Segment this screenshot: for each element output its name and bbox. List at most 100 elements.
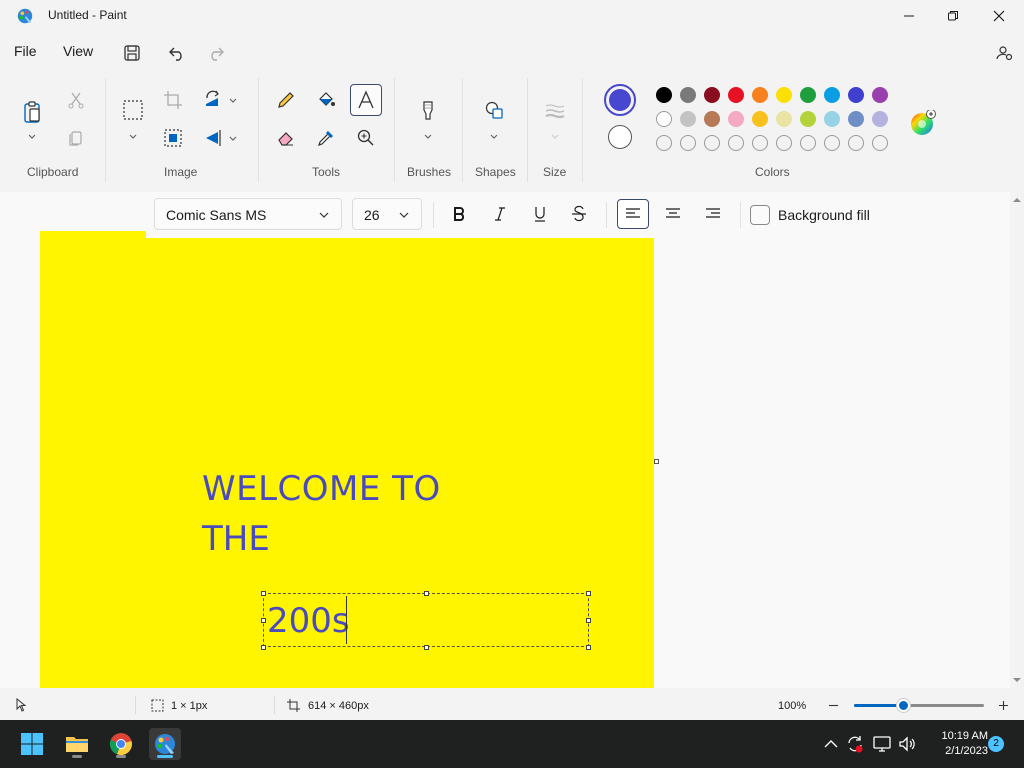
palette-swatch[interactable] bbox=[680, 111, 696, 127]
palette-swatch[interactable] bbox=[848, 111, 864, 127]
custom-color-slot[interactable] bbox=[776, 135, 792, 151]
brushes-button[interactable] bbox=[412, 94, 444, 126]
font-family-dropdown[interactable]: Comic Sans MS bbox=[154, 198, 342, 230]
palette-swatch[interactable] bbox=[656, 111, 672, 127]
vertical-scrollbar[interactable] bbox=[1010, 192, 1024, 688]
taskbar-file-explorer[interactable] bbox=[61, 728, 93, 760]
size-button[interactable] bbox=[539, 94, 571, 126]
taskbar-chrome[interactable] bbox=[105, 728, 137, 760]
crop-button[interactable] bbox=[157, 84, 189, 116]
zoom-slider[interactable] bbox=[854, 699, 984, 712]
custom-color-slot[interactable] bbox=[872, 135, 888, 151]
custom-color-slot[interactable] bbox=[680, 135, 696, 151]
pencil-tool[interactable] bbox=[270, 84, 302, 116]
palette-swatch[interactable] bbox=[752, 111, 768, 127]
palette-swatch[interactable] bbox=[704, 87, 720, 103]
close-button[interactable] bbox=[976, 0, 1022, 32]
palette-swatch[interactable] bbox=[680, 87, 696, 103]
palette-swatch[interactable] bbox=[848, 87, 864, 103]
strikethrough-button[interactable] bbox=[563, 199, 595, 229]
text-box-handle-tl[interactable] bbox=[261, 591, 266, 596]
select-button[interactable] bbox=[117, 94, 149, 126]
menu-view[interactable]: View bbox=[63, 43, 93, 59]
font-size-dropdown[interactable]: 26 bbox=[352, 198, 422, 230]
scroll-up-icon[interactable] bbox=[1013, 196, 1021, 204]
palette-swatch[interactable] bbox=[656, 87, 672, 103]
rotate-options-chevron[interactable] bbox=[228, 95, 238, 105]
notification-badge[interactable]: 2 bbox=[988, 736, 1004, 752]
start-button[interactable] bbox=[16, 728, 48, 760]
custom-color-slot[interactable] bbox=[848, 135, 864, 151]
rotate-button[interactable] bbox=[197, 84, 229, 116]
text-box-handle-tc[interactable] bbox=[424, 591, 429, 596]
custom-color-slot[interactable] bbox=[752, 135, 768, 151]
custom-color-slot[interactable] bbox=[704, 135, 720, 151]
paste-options-chevron[interactable] bbox=[27, 131, 37, 141]
network-icon[interactable] bbox=[872, 734, 892, 754]
show-hidden-icons-icon[interactable] bbox=[821, 734, 841, 754]
bold-button[interactable] bbox=[443, 199, 475, 229]
system-clock[interactable]: 10:19 AM 2/1/2023 bbox=[926, 729, 988, 759]
sync-status-icon[interactable] bbox=[845, 734, 865, 754]
edit-colors-button[interactable] bbox=[910, 109, 936, 136]
resize-button[interactable] bbox=[157, 122, 189, 154]
palette-swatch[interactable] bbox=[728, 87, 744, 103]
secondary-color[interactable] bbox=[608, 125, 632, 149]
minimize-button[interactable] bbox=[886, 0, 932, 32]
text-tool[interactable] bbox=[350, 84, 382, 116]
italic-button[interactable] bbox=[484, 199, 516, 229]
restore-button[interactable] bbox=[930, 0, 976, 32]
zoom-in-icon[interactable] bbox=[998, 700, 1009, 711]
align-left-button[interactable] bbox=[617, 199, 649, 229]
palette-swatch[interactable] bbox=[824, 87, 840, 103]
palette-swatch[interactable] bbox=[872, 111, 888, 127]
menu-file[interactable]: File bbox=[14, 43, 37, 59]
primary-color[interactable] bbox=[604, 84, 636, 116]
palette-swatch[interactable] bbox=[824, 111, 840, 127]
custom-color-slot[interactable] bbox=[800, 135, 816, 151]
size-chevron[interactable] bbox=[550, 131, 560, 141]
zoom-out-icon[interactable] bbox=[828, 700, 839, 711]
palette-swatch[interactable] bbox=[776, 87, 792, 103]
background-fill-checkbox[interactable] bbox=[750, 205, 770, 225]
zoom-slider-thumb[interactable] bbox=[897, 699, 911, 712]
undo-button[interactable] bbox=[164, 40, 190, 66]
redo-button[interactable] bbox=[203, 40, 229, 66]
text-box-handle-tr[interactable] bbox=[586, 591, 591, 596]
settings-button[interactable] bbox=[991, 40, 1017, 66]
palette-swatch[interactable] bbox=[800, 111, 816, 127]
custom-color-slot[interactable] bbox=[824, 135, 840, 151]
eraser-tool[interactable] bbox=[270, 122, 302, 154]
magnifier-tool[interactable] bbox=[350, 122, 382, 154]
text-box-handle-br[interactable] bbox=[586, 645, 591, 650]
fill-tool[interactable] bbox=[310, 84, 342, 116]
flip-options-chevron[interactable] bbox=[228, 133, 238, 143]
text-box-handle-bc[interactable] bbox=[424, 645, 429, 650]
palette-swatch[interactable] bbox=[752, 87, 768, 103]
taskbar-paint[interactable] bbox=[149, 728, 181, 760]
select-options-chevron[interactable] bbox=[128, 131, 138, 141]
save-button[interactable] bbox=[119, 40, 145, 66]
text-box-handle-mr[interactable] bbox=[586, 618, 591, 623]
align-center-button[interactable] bbox=[657, 199, 689, 229]
palette-swatch[interactable] bbox=[872, 87, 888, 103]
scroll-down-icon[interactable] bbox=[1013, 676, 1021, 684]
cut-button[interactable] bbox=[60, 84, 92, 116]
canvas-resize-handle[interactable] bbox=[654, 459, 659, 464]
volume-icon[interactable] bbox=[897, 734, 917, 754]
text-edit-content[interactable]: 200s bbox=[267, 601, 350, 641]
align-right-button[interactable] bbox=[697, 199, 729, 229]
shapes-button[interactable] bbox=[478, 94, 510, 126]
copy-button[interactable] bbox=[60, 122, 92, 154]
text-box-handle-ml[interactable] bbox=[261, 618, 266, 623]
color-picker-tool[interactable] bbox=[310, 122, 342, 154]
palette-swatch[interactable] bbox=[704, 111, 720, 127]
shapes-chevron[interactable] bbox=[489, 131, 499, 141]
palette-swatch[interactable] bbox=[800, 87, 816, 103]
brushes-chevron[interactable] bbox=[423, 131, 433, 141]
palette-swatch[interactable] bbox=[776, 111, 792, 127]
palette-swatch[interactable] bbox=[728, 111, 744, 127]
flip-button[interactable] bbox=[197, 122, 229, 154]
paste-button[interactable] bbox=[16, 94, 48, 130]
text-box-handle-bl[interactable] bbox=[261, 645, 266, 650]
